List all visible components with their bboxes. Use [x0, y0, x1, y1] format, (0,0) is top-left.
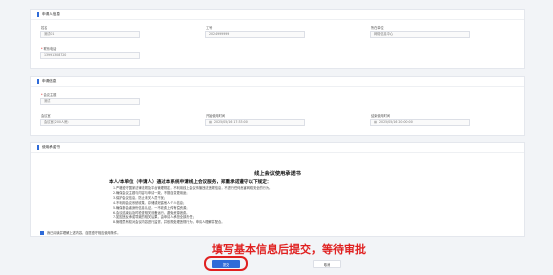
- end-time-label: 结束使用时间: [371, 114, 391, 118]
- commitment-intro: 本人/本单位（申请人）通过本系统申请线上会议服务，郑重承诺遵守以下规定：: [109, 180, 272, 185]
- calendar-icon: ▦: [374, 120, 378, 124]
- submit-button[interactable]: 提交: [212, 260, 240, 268]
- name-field[interactable]: 测试01: [40, 31, 140, 38]
- start-time-value: 2025/05/16 17:33:00: [214, 120, 248, 124]
- applicant-card: 申请人信息 姓名 测试01 工号 2024999999 所在单位 网络信息中心 …: [30, 9, 525, 69]
- topic-label-text: 会议主题: [43, 93, 57, 97]
- agree-row: 我已阅读并理解上述内容，自愿遵守相应使用条件。: [40, 230, 120, 235]
- phone-label-text: 联系电话: [43, 47, 57, 51]
- start-time-field[interactable]: ▦ 2025/05/16 17:33:00: [205, 119, 305, 126]
- empno-field[interactable]: 2024999999: [205, 31, 305, 38]
- agree-text: 我已阅读并理解上述内容，自愿遵守相应使用条件。: [47, 231, 121, 235]
- clause-item: 8.管理员有权对会议内容进行监督，并依规处理违规行为，申请人理解并配合。: [113, 220, 225, 225]
- dept-label: 所在单位: [371, 26, 384, 30]
- commitment-clauses: 1.严格遵守国家法律法规及平台管理规定，不利用线上会议传播违法违规信息，不进行任…: [113, 186, 272, 225]
- topic-label: * 会议主题: [41, 93, 57, 97]
- meeting-card: 申请信息 * 会议主题 测试 会议室 会议室(200人房) 开始使用时间 ▦ 20…: [30, 76, 525, 136]
- section-marker: [37, 12, 39, 17]
- meeting-card-header: 申请信息: [31, 77, 524, 87]
- commitment-section-title: 使用承诺书: [42, 145, 60, 149]
- agree-checkbox[interactable]: [40, 230, 44, 235]
- end-time-field[interactable]: ▦ 2025/05/16 20:00:00: [370, 119, 470, 126]
- commitment-card-header: 使用承诺书: [31, 143, 524, 153]
- room-field[interactable]: 会议室(200人房): [40, 119, 140, 126]
- calendar-icon: ▦: [209, 120, 213, 124]
- topic-field[interactable]: 测试: [40, 98, 140, 105]
- phone-label: * 联系电话: [41, 47, 57, 51]
- cancel-button[interactable]: 取消: [313, 260, 341, 268]
- annotation-text: 填写基本信息后提交，等待审批: [212, 243, 366, 256]
- commitment-card: 使用承诺书 线上会议使用承诺书 本人/本单位（申请人）通过本系统申请线上会议服务…: [30, 142, 525, 237]
- phone-field[interactable]: 13991308720: [40, 52, 140, 59]
- name-label: 姓名: [41, 26, 48, 30]
- start-time-label: 开始使用时间: [206, 114, 226, 118]
- applicant-section-title: 申请人信息: [42, 12, 60, 16]
- dept-field[interactable]: 网络信息中心: [370, 31, 470, 38]
- section-marker: [37, 145, 39, 150]
- room-label: 会议室: [41, 114, 51, 118]
- end-time-value: 2025/05/16 20:00:00: [379, 120, 413, 124]
- applicant-card-header: 申请人信息: [31, 10, 524, 20]
- commitment-doc-title: 线上会议使用承诺书: [254, 171, 301, 177]
- section-marker: [37, 79, 39, 84]
- empno-label: 工号: [206, 26, 213, 30]
- meeting-section-title: 申请信息: [42, 79, 57, 83]
